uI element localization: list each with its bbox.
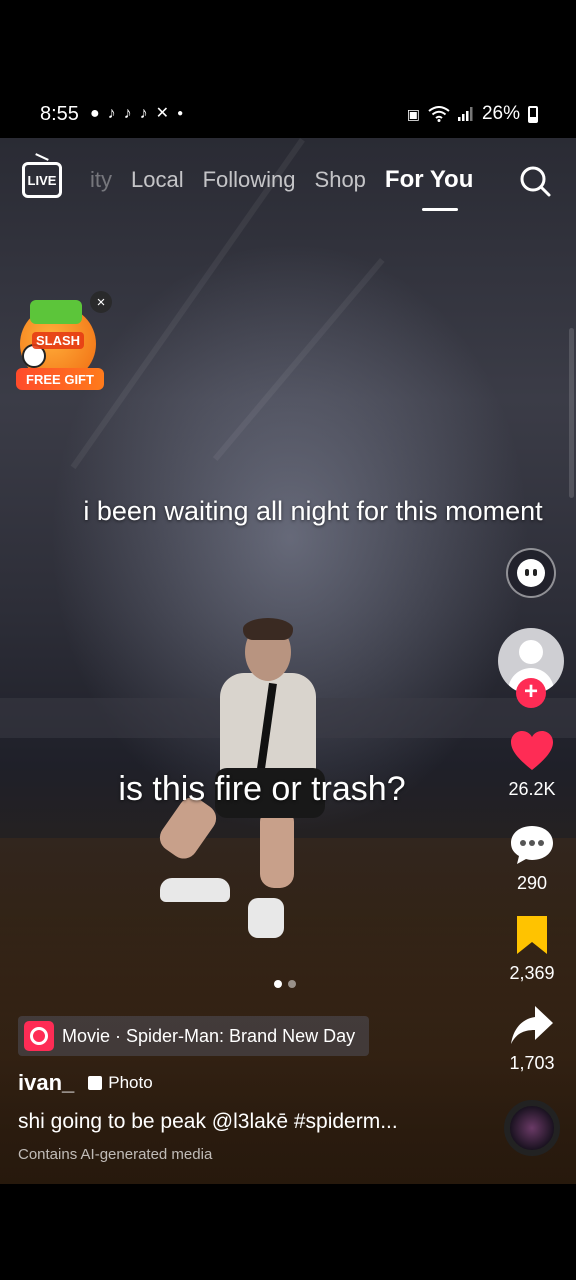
chat-bubble-icon: ●: [90, 105, 100, 122]
tab-community[interactable]: ity: [90, 167, 112, 193]
notification-icons: ● ♪ ♪ ♪ ✕ ●: [90, 104, 183, 124]
follow-button[interactable]: +: [516, 678, 546, 708]
feed-tabs: ity Local Following Shop For You: [90, 166, 492, 194]
battery-icon: [528, 105, 538, 123]
author-name[interactable]: ivan_: [18, 1070, 74, 1096]
status-bar: 8:55 ● ♪ ♪ ♪ ✕ ● ▣ 26%: [0, 0, 576, 138]
dot-icon: ●: [177, 108, 184, 119]
bottom-bar: [0, 1184, 576, 1280]
carousel-dots: [274, 980, 296, 988]
battery-percent: 26%: [481, 103, 520, 124]
tiktok-icon: ♪: [139, 105, 148, 122]
share-arrow-icon: [511, 1006, 553, 1044]
caption-middle: is this fire or trash?: [118, 770, 406, 808]
comment-icon: [511, 826, 553, 864]
share-button[interactable]: 1,703: [494, 1004, 570, 1074]
comment-count: 290: [516, 873, 548, 893]
close-promo-button[interactable]: ×: [90, 291, 112, 313]
film-reel-icon: [24, 1021, 54, 1051]
comment-button[interactable]: 290: [494, 824, 570, 894]
scroll-indicator: [569, 328, 574, 498]
ceiling-beam: [212, 258, 385, 462]
tab-for-you[interactable]: For You: [385, 166, 473, 194]
top-navigation: LIVE ity Local Following Shop For You: [0, 162, 576, 212]
ai-face-icon: [517, 559, 545, 587]
post-description[interactable]: shi going to be peak @l3lakē #spiderm...: [18, 1110, 398, 1134]
heart-icon: [511, 731, 553, 770]
sound-disc[interactable]: [504, 1100, 560, 1156]
bookmark-icon: [517, 916, 547, 954]
carousel-dot[interactable]: [288, 980, 296, 988]
ai-generated-note[interactable]: Contains AI-generated media: [18, 1146, 212, 1163]
tab-local[interactable]: Local: [131, 167, 184, 193]
live-icon[interactable]: LIVE: [22, 162, 62, 198]
like-count: 26.2K: [508, 779, 556, 799]
movie-anchor[interactable]: Movie · Spider-Man: Brand New Day: [18, 1016, 370, 1056]
share-count: 1,703: [509, 1053, 555, 1073]
active-tab-indicator: [422, 208, 458, 211]
capcut-icon: ✕: [155, 105, 170, 122]
ai-assistant-button[interactable]: [506, 548, 556, 598]
save-button[interactable]: 2,369: [494, 914, 570, 984]
search-icon[interactable]: [518, 164, 552, 198]
gift-slash-badge: SLASH: [32, 332, 85, 349]
gift-box-icon: [30, 300, 82, 324]
free-gift-promo[interactable]: SLASH FREE GIFT: [14, 300, 106, 392]
signal-icon: [457, 107, 473, 121]
photo-icon: [88, 1076, 103, 1090]
battery-saver-icon: ▣: [406, 105, 420, 122]
carousel-dot-active[interactable]: [274, 980, 282, 988]
status-time: 8:55: [40, 103, 79, 125]
status-right: ▣ 26%: [407, 103, 538, 125]
wifi-icon: [428, 106, 450, 122]
tiktok-icon: ♪: [123, 105, 132, 122]
photo-tag-label: Photo: [108, 1073, 153, 1092]
tab-following[interactable]: Following: [203, 167, 296, 193]
free-gift-label: FREE GIFT: [16, 368, 104, 390]
tiktok-icon: ♪: [107, 105, 116, 122]
author-row: ivan_ Photo: [18, 1070, 153, 1096]
tab-shop[interactable]: Shop: [315, 167, 366, 193]
photo-tag: Photo: [88, 1073, 153, 1093]
like-button[interactable]: 26.2K: [494, 730, 570, 800]
save-count: 2,369: [509, 963, 555, 983]
caption-top: i been waiting all night for this moment: [83, 496, 543, 526]
movie-anchor-label: Movie · Spider-Man: Brand New Day: [62, 1025, 356, 1046]
